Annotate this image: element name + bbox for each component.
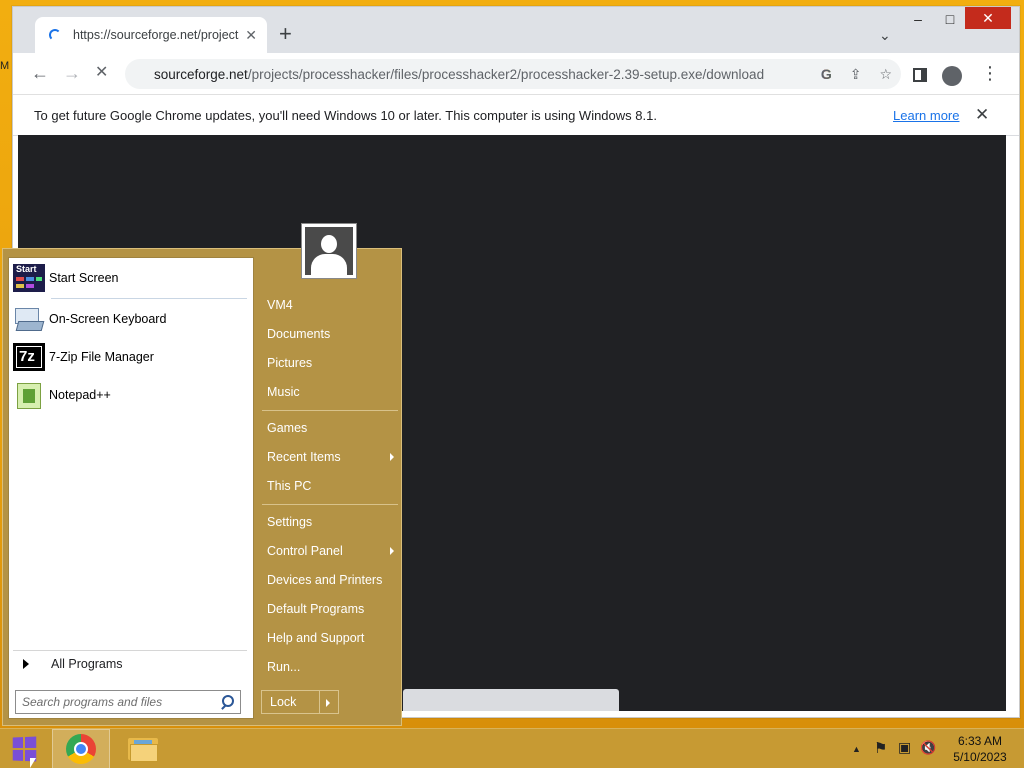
update-infobar: To get future Google Chrome updates, you… xyxy=(13,96,1019,136)
7zip-icon-text: 7z xyxy=(19,348,35,365)
infobar-close-icon[interactable]: ✕ xyxy=(975,105,989,125)
profile-avatar-icon[interactable] xyxy=(942,66,962,86)
right-item-devices-printers[interactable]: Devices and Printers xyxy=(262,568,400,592)
notepadpp-icon xyxy=(13,381,45,409)
keyboard-icon xyxy=(13,305,45,333)
browser-toolbar: ← → ✕ sourceforge.net/projects/processha… xyxy=(13,53,1019,521)
desktop-edge-text: M xyxy=(0,60,10,72)
places-divider xyxy=(262,410,398,411)
status-bubble xyxy=(403,689,619,711)
all-programs-label: All Programs xyxy=(51,657,123,671)
new-tab-button[interactable]: + xyxy=(279,23,292,45)
start-menu-programs-pane: Start Start Screen On-Screen Keyboard 7z… xyxy=(8,257,254,719)
forward-arrow-icon[interactable]: → xyxy=(63,63,81,83)
tab-close-icon[interactable]: ✕ xyxy=(245,27,257,44)
right-item-pictures[interactable]: Pictures xyxy=(262,351,400,375)
tab-strip: https://sourceforge.net/projects/ ✕ + ⌄ … xyxy=(13,7,1019,53)
infobar-message: To get future Google Chrome updates, you… xyxy=(34,108,657,123)
search-placeholder: Search programs and files xyxy=(22,695,163,709)
network-icon[interactable]: ▣ xyxy=(898,739,911,756)
start-screen-icon: Start xyxy=(13,264,45,292)
shutdown-group: Lock xyxy=(261,690,339,714)
chevron-up-icon[interactable]: ▲ xyxy=(852,744,861,754)
right-item-vm4[interactable]: VM4 xyxy=(262,293,400,317)
google-lens-icon[interactable]: G xyxy=(821,66,832,82)
clock-date: 5/10/2023 xyxy=(953,750,1007,764)
start-button[interactable] xyxy=(0,729,48,768)
taskbar: ▲ ⚑ ▣ 🔇 6:33 AM 5/10/2023 xyxy=(0,728,1024,768)
browser-tab[interactable]: https://sourceforge.net/projects/ ✕ xyxy=(35,17,267,53)
7zip-icon: 7z xyxy=(13,343,45,371)
clock-time: 6:33 AM xyxy=(957,734,1003,748)
expand-arrow-icon xyxy=(23,659,29,669)
lock-button[interactable]: Lock xyxy=(262,691,320,713)
address-bar[interactable]: sourceforge.net/projects/processhacker/f… xyxy=(125,59,901,521)
learn-more-link[interactable]: Learn more xyxy=(893,108,959,123)
search-icon[interactable] xyxy=(220,695,234,709)
close-window-button[interactable]: ✕ xyxy=(965,7,1011,29)
pinned-label: Notepad++ xyxy=(49,388,111,402)
maximize-button[interactable]: □ xyxy=(935,11,965,27)
control-panel-label: Control Panel xyxy=(267,544,343,558)
right-item-this-pc[interactable]: This PC xyxy=(262,474,400,498)
power-options-arrow-button[interactable] xyxy=(320,691,338,713)
pinned-start-screen[interactable]: Start Start Screen xyxy=(13,262,245,294)
side-panel-icon[interactable] xyxy=(913,68,927,82)
clock[interactable]: 6:33 AM 5/10/2023 xyxy=(944,733,1016,765)
url-text[interactable]: sourceforge.net/projects/processhacker/f… xyxy=(154,67,812,82)
back-arrow-icon[interactable]: ← xyxy=(31,63,49,83)
volume-muted-icon[interactable]: 🔇 xyxy=(920,740,936,756)
bookmark-star-icon[interactable]: ☆ xyxy=(879,66,892,83)
right-item-control-panel[interactable]: Control Panel xyxy=(262,539,400,563)
right-item-documents[interactable]: Documents xyxy=(262,322,400,346)
chrome-icon xyxy=(66,734,96,764)
start-menu-places-pane: VM4 Documents Pictures Music Games Recen… xyxy=(259,249,401,725)
minimize-button[interactable]: – xyxy=(903,11,933,27)
start-icon-text: Start xyxy=(16,264,37,274)
pinned-label: On-Screen Keyboard xyxy=(49,312,167,326)
pinned-on-screen-keyboard[interactable]: On-Screen Keyboard xyxy=(13,303,245,335)
tab-title: https://sourceforge.net/projects/ xyxy=(73,28,240,42)
right-item-default-programs[interactable]: Default Programs xyxy=(262,597,400,621)
tab-search-chevron-icon[interactable]: ⌄ xyxy=(879,27,891,44)
pinned-7zip[interactable]: 7z 7-Zip File Manager xyxy=(13,341,245,373)
url-host: sourceforge.net xyxy=(154,66,248,82)
places-divider xyxy=(262,504,398,505)
all-programs-button[interactable]: All Programs xyxy=(13,653,245,675)
submenu-arrow-icon xyxy=(390,453,394,461)
url-path: /projects/processhacker/files/processhac… xyxy=(247,66,765,82)
file-explorer-icon xyxy=(128,736,158,762)
taskbar-chrome[interactable] xyxy=(52,729,110,768)
start-menu: Start Start Screen On-Screen Keyboard 7z… xyxy=(2,223,402,726)
right-item-settings[interactable]: Settings xyxy=(262,510,400,534)
right-item-help-support[interactable]: Help and Support xyxy=(262,626,400,650)
right-item-games[interactable]: Games xyxy=(262,416,400,440)
pinned-label: 7-Zip File Manager xyxy=(49,350,154,364)
recent-items-label: Recent Items xyxy=(267,450,341,464)
submenu-arrow-icon xyxy=(390,547,394,555)
pinned-notepadpp[interactable]: Notepad++ xyxy=(13,379,245,411)
mouse-cursor-icon xyxy=(30,758,36,768)
loading-spinner-icon xyxy=(49,29,61,41)
right-item-recent-items[interactable]: Recent Items xyxy=(262,445,400,469)
pinned-label: Start Screen xyxy=(49,271,119,285)
share-icon[interactable]: ⇪ xyxy=(850,66,862,83)
right-item-music[interactable]: Music xyxy=(262,380,400,404)
taskbar-file-explorer[interactable] xyxy=(114,729,172,768)
chrome-menu-icon[interactable]: ⋮ xyxy=(981,63,999,83)
right-item-run[interactable]: Run... xyxy=(262,655,400,679)
flag-icon[interactable]: ⚑ xyxy=(874,739,887,757)
all-programs-divider xyxy=(13,650,247,651)
pinned-divider xyxy=(51,298,247,299)
start-search-input[interactable]: Search programs and files xyxy=(15,690,241,714)
stop-loading-icon[interactable]: ✕ xyxy=(95,63,108,83)
